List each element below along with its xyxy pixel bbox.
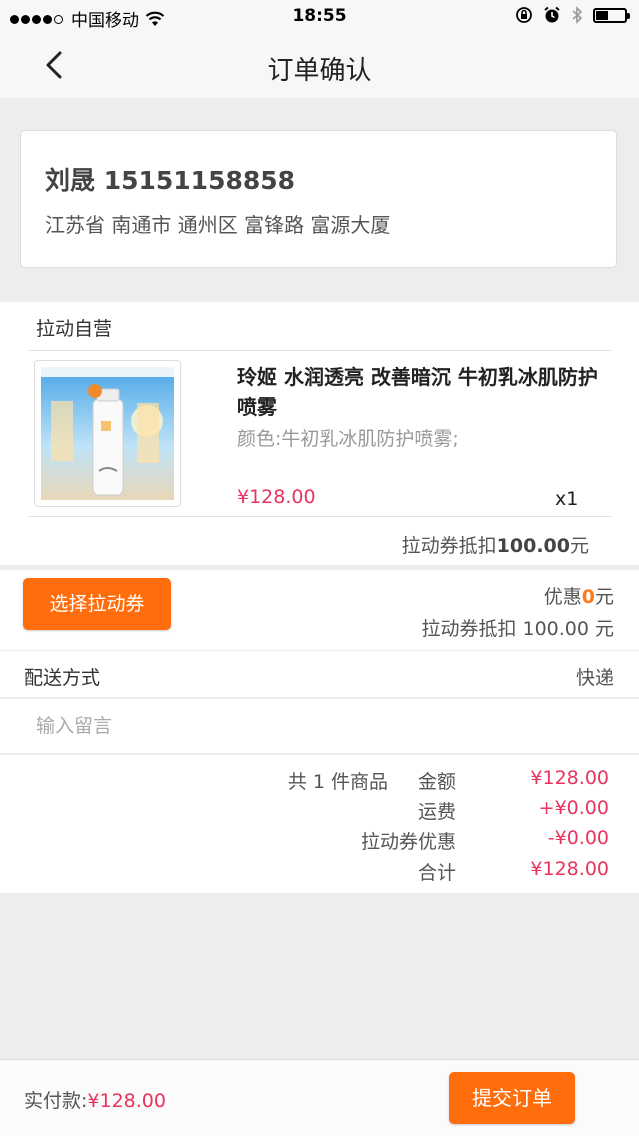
submit-order-button[interactable]: 提交订单 [449, 1072, 575, 1124]
store-section: 拉动自营 玲姬 水润透亮 改善暗沉 牛初乳冰肌防护喷雾 颜色:牛初乳冰肌防护喷雾 [0, 302, 639, 565]
voucher-section: 选择拉动券 优惠0元 拉动券抵扣 100.00 元 [0, 570, 639, 650]
nav-bar: 订单确认 [0, 36, 639, 98]
status-icons [515, 6, 630, 24]
product-quantity: x1 [555, 488, 579, 510]
summary-value-shipping: +¥0.00 [538, 797, 609, 819]
delivery-value: 快递 [575, 667, 614, 689]
message-row [0, 699, 639, 753]
product-price: ¥128.00 [237, 486, 316, 508]
delivery-row[interactable]: 配送方式 快递 [0, 651, 639, 697]
divider [28, 350, 612, 351]
rotation-lock-icon [516, 7, 532, 23]
summary-value-amount: ¥128.00 [530, 767, 609, 789]
summary-value-total: ¥128.00 [530, 858, 609, 880]
order-summary: 共 1 件商品 金额 ¥128.00 运费 +¥0.00 拉动券优惠 -¥0.0… [0, 755, 639, 893]
discount-unit: 元 [594, 586, 614, 608]
bottom-bar: 实付款:¥128.00 提交订单 [0, 1059, 639, 1136]
voucher-amount: 100.00 [496, 535, 570, 557]
alarm-icon [544, 6, 560, 23]
divider [28, 516, 612, 517]
voucher-unit: 元 [569, 535, 589, 557]
pay-amount: 实付款:¥128.00 [24, 1086, 166, 1113]
page-title: 订单确认 [267, 56, 372, 86]
address-card[interactable]: 刘晟 15151158858 江苏省 南通市 通州区 富锋路 富源大厦 [20, 130, 617, 268]
summary-label-voucher: 拉动券优惠 [360, 831, 456, 853]
discount-prefix: 优惠 [543, 586, 582, 608]
pay-value: ¥128.00 [87, 1090, 166, 1112]
recipient-address: 江苏省 南通市 通州区 富锋路 富源大厦 [45, 213, 391, 237]
battery-icon [593, 7, 630, 23]
voucher-deduction-total: 拉动券抵扣 100.00 元 [421, 618, 614, 640]
discount-line: 优惠0元 [544, 582, 614, 609]
pay-label: 实付款: [24, 1090, 88, 1112]
recipient-name-phone: 刘晟 15151158858 [45, 166, 296, 195]
discount-value: 0 [581, 586, 595, 608]
bluetooth-icon [572, 6, 583, 24]
summary-label-total: 合计 [417, 862, 456, 884]
voucher-prefix: 拉动券抵扣 [401, 535, 497, 557]
store-name: 拉动自营 [36, 318, 113, 340]
summary-label-amount: 金额 [417, 771, 456, 793]
product-image[interactable] [34, 360, 181, 507]
summary-label-shipping: 运费 [417, 801, 456, 823]
status-bar: 中国移动 18:55 [0, 0, 639, 36]
message-input[interactable] [34, 709, 598, 743]
select-voucher-button[interactable]: 选择拉动券 [23, 578, 171, 630]
summary-value-voucher: -¥0.00 [547, 827, 609, 849]
product-title[interactable]: 玲姬 水润透亮 改善暗沉 牛初乳冰肌防护喷雾 [237, 362, 612, 422]
item-voucher-deduction: 拉动券抵扣100.00元 [402, 531, 589, 558]
product-attribute: 颜色:牛初乳冰肌防护喷雾; [237, 428, 459, 450]
delivery-label: 配送方式 [24, 667, 101, 689]
